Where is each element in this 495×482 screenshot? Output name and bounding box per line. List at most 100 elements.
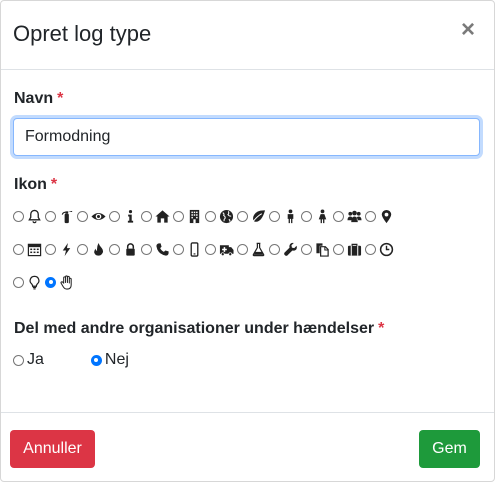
- icon-option-building[interactable]: [173, 207, 205, 225]
- icon-radio[interactable]: [13, 276, 24, 288]
- icon-radio[interactable]: [237, 243, 248, 255]
- icon-option-leaf[interactable]: [237, 207, 269, 225]
- icon-radio[interactable]: [13, 243, 24, 255]
- flask-icon: [249, 240, 267, 258]
- icon-option-female[interactable]: [301, 207, 333, 225]
- icon-option-users[interactable]: [333, 207, 365, 225]
- copy-icon: [313, 240, 331, 258]
- icon-picker-row: [13, 271, 483, 293]
- required-marker: *: [50, 176, 58, 193]
- icon-radio[interactable]: [269, 243, 280, 255]
- name-label-text: Navn: [14, 90, 54, 107]
- icon-option-home[interactable]: [141, 207, 173, 225]
- icon-picker: [13, 205, 483, 304]
- icon-option-male[interactable]: [269, 207, 301, 225]
- icon-option-hand-paper[interactable]: [45, 273, 77, 291]
- wrench-icon: [281, 240, 299, 258]
- icon-option-info[interactable]: [109, 207, 141, 225]
- icon-label-text: Ikon: [14, 176, 47, 193]
- male-icon: [281, 207, 299, 225]
- icon-option-globe[interactable]: [205, 207, 237, 225]
- icon-option-fire[interactable]: [77, 240, 109, 258]
- female-icon: [313, 207, 331, 225]
- icon-option-briefcase[interactable]: [333, 240, 365, 258]
- briefcase-icon: [345, 240, 363, 258]
- icon-option-mobile[interactable]: [173, 240, 205, 258]
- icon-radio[interactable]: [333, 210, 344, 222]
- calendar-icon: [25, 240, 43, 258]
- icon-radio[interactable]: [173, 243, 184, 255]
- icon-radio[interactable]: [269, 210, 280, 222]
- map-marker-icon: [377, 207, 395, 225]
- icon-radio[interactable]: [365, 243, 376, 255]
- eye-icon: [89, 207, 107, 225]
- mobile-icon: [185, 240, 203, 258]
- icon-radio[interactable]: [301, 243, 312, 255]
- icon-option-wrench[interactable]: [269, 240, 301, 258]
- required-marker: *: [378, 320, 385, 337]
- icon-radio[interactable]: [141, 243, 152, 255]
- icon-option-map-marker[interactable]: [365, 207, 397, 225]
- name-label: Navn *: [14, 90, 63, 108]
- home-icon: [153, 207, 171, 225]
- icon-radio[interactable]: [301, 210, 312, 222]
- clock-icon: [377, 240, 395, 258]
- fire-icon: [89, 240, 107, 258]
- icon-radio[interactable]: [365, 210, 376, 222]
- bolt-icon: [57, 240, 75, 258]
- icon-option-copy[interactable]: [301, 240, 333, 258]
- icon-radio[interactable]: [205, 210, 216, 222]
- icon-option-eye[interactable]: [77, 207, 109, 225]
- share-radio-ja[interactable]: [13, 354, 24, 366]
- create-log-type-dialog: Opret log type × Navn* Ikon*: [0, 0, 495, 482]
- leaf-icon: [249, 207, 267, 225]
- icon-radio[interactable]: [109, 243, 120, 255]
- share-option-nej[interactable]: Nej: [90, 351, 129, 369]
- icon-option-calendar[interactable]: [13, 240, 45, 258]
- name-input[interactable]: [13, 118, 480, 156]
- icon-option-bell[interactable]: [13, 207, 45, 225]
- icon-radio[interactable]: [173, 210, 184, 222]
- close-button[interactable]: ×: [458, 18, 478, 42]
- icon-radio[interactable]: [205, 243, 216, 255]
- modal-header: Opret log type ×: [1, 1, 494, 70]
- icon-radio[interactable]: [237, 210, 248, 222]
- share-option-label: Ja: [27, 351, 44, 368]
- icon-radio-selected[interactable]: [45, 276, 56, 288]
- icon-option-ambulance[interactable]: [205, 240, 237, 258]
- icon-radio[interactable]: [13, 210, 24, 222]
- icon-radio[interactable]: [77, 243, 88, 255]
- icon-option-lock[interactable]: [109, 240, 141, 258]
- share-radio-group: Ja Nej: [13, 351, 129, 369]
- save-button[interactable]: Gem: [419, 430, 480, 468]
- share-option-ja[interactable]: Ja: [13, 351, 44, 369]
- icon-option-bolt[interactable]: [45, 240, 77, 258]
- icon-option-flask[interactable]: [237, 240, 269, 258]
- lightbulb-icon: [25, 273, 43, 291]
- icon-option-phone[interactable]: [141, 240, 173, 258]
- required-marker: *: [57, 90, 64, 107]
- icon-option-lightbulb[interactable]: [13, 273, 45, 291]
- icon-radio[interactable]: [45, 210, 56, 222]
- icon-option-clock[interactable]: [365, 240, 397, 258]
- icon-radio[interactable]: [109, 210, 120, 222]
- users-icon: [345, 207, 363, 225]
- modal-title: Opret log type: [13, 21, 152, 46]
- icon-radio[interactable]: [45, 243, 56, 255]
- share-label-text: Del med andre organisationer under hænde…: [14, 320, 375, 337]
- icon-radio[interactable]: [141, 210, 152, 222]
- modal-footer: Annuller Gem: [1, 412, 494, 482]
- icon-option-fire-extinguisher[interactable]: [45, 207, 77, 225]
- icon-picker-row: [13, 205, 483, 227]
- share-option-label: Nej: [104, 351, 129, 368]
- fire-extinguisher-icon: [57, 207, 75, 225]
- icon-radio[interactable]: [77, 210, 88, 222]
- lock-icon: [121, 240, 139, 258]
- share-radio-nej[interactable]: [90, 354, 102, 366]
- ambulance-icon: [217, 240, 235, 258]
- icon-radio[interactable]: [333, 243, 344, 255]
- globe-icon: [217, 207, 235, 225]
- phone-icon: [153, 240, 171, 258]
- cancel-button[interactable]: Annuller: [10, 430, 95, 468]
- share-label: Del med andre organisationer under hænde…: [14, 320, 384, 338]
